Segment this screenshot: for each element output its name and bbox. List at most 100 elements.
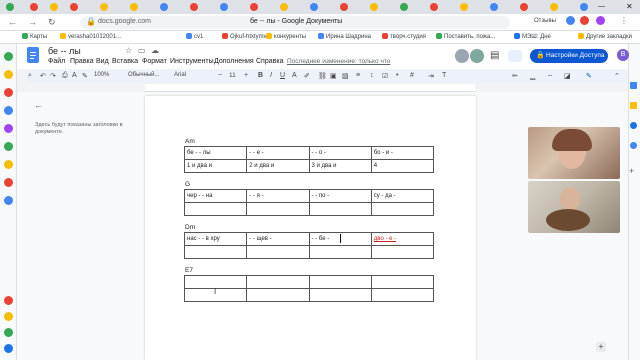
docs-logo-icon[interactable] (27, 47, 39, 63)
menu-format[interactable]: Формат (142, 58, 167, 65)
menu-view[interactable]: Вид (96, 58, 109, 65)
border-width-icon[interactable]: ▁ (530, 72, 535, 80)
border-color-icon[interactable]: ✏ (512, 72, 518, 80)
meet-icon[interactable] (508, 50, 522, 62)
border-dash-icon[interactable]: ┄ (548, 72, 552, 80)
sidebar-app-icon[interactable] (4, 124, 13, 133)
table-cell[interactable]: - - по - (308, 189, 372, 203)
profile-icon[interactable] (596, 16, 605, 25)
bookmark-item[interactable]: Поставить, пожа... (436, 33, 495, 40)
sidebar-app-icon[interactable] (4, 106, 13, 115)
numbered-list-icon[interactable]: # (410, 72, 414, 79)
menu-addons[interactable]: Дополнения (214, 58, 254, 65)
tab-icon[interactable] (50, 3, 58, 11)
sidebar-app-icon[interactable] (4, 344, 13, 353)
search-menus-icon[interactable]: ⌕ (28, 72, 32, 80)
reload-icon[interactable]: ↻ (48, 17, 56, 28)
undo-icon[interactable]: ↶ (40, 72, 46, 80)
tab-icon[interactable] (490, 3, 498, 11)
sidebar-app-icon[interactable] (4, 196, 13, 205)
bookmark-item[interactable]: конкуренты (266, 33, 306, 40)
table-cell[interactable]: 2 и два и (246, 159, 310, 173)
font-size-input[interactable]: 11 (229, 72, 236, 79)
tab-icon[interactable] (340, 3, 348, 11)
table-cell[interactable]: - - е - (246, 146, 310, 160)
bullet-list-icon[interactable]: • (396, 72, 398, 79)
table-cell[interactable]: су - да - (370, 189, 435, 203)
call-icon[interactable] (455, 49, 469, 63)
table-cell[interactable] (308, 245, 372, 259)
table-cell[interactable]: 1 и два и (183, 159, 248, 173)
video-tile-participant-2[interactable] (528, 181, 620, 233)
explore-icon[interactable]: + (596, 342, 606, 352)
sidebar-app-icon[interactable] (4, 88, 13, 97)
menu-help[interactable]: Справка (256, 58, 283, 65)
reviews-label[interactable]: Отзывы (534, 18, 556, 24)
chord-table[interactable]: нас - - в хру - - щев - - - бе - двo - е… (183, 232, 435, 259)
tab-icon[interactable] (70, 3, 78, 11)
tab-icon[interactable] (220, 3, 228, 11)
table-cell[interactable]: - - я - (246, 189, 310, 203)
menu-icon[interactable]: ⋮ (620, 16, 628, 25)
tab-icon[interactable] (160, 3, 168, 11)
table-cell[interactable] (246, 202, 310, 216)
link-icon[interactable]: ⛓ (318, 72, 327, 80)
bookmark-item[interactable]: МЭШ: Дне (514, 33, 551, 40)
tab-icon[interactable] (460, 3, 468, 11)
spellcheck-icon[interactable]: A (72, 72, 77, 79)
redo-icon[interactable]: ↷ (50, 72, 56, 80)
comment-icon[interactable]: ▣ (330, 72, 337, 80)
table-cell[interactable] (183, 202, 248, 216)
table-cell[interactable]: бе - - лы (183, 146, 248, 160)
table-cell[interactable] (246, 275, 310, 289)
star-icon[interactable]: ☆ (125, 46, 132, 55)
table-cell[interactable]: бо - и - (370, 146, 435, 160)
outline-back-icon[interactable]: ← (34, 100, 43, 110)
table-cell[interactable] (370, 275, 435, 289)
keep-icon[interactable] (630, 102, 637, 109)
tab-icon[interactable] (430, 3, 438, 11)
tab-icon[interactable] (400, 3, 408, 11)
bookmark-item[interactable]: verasha01012001... (60, 33, 121, 40)
bookmark-item[interactable]: cv1 (186, 33, 203, 40)
extension-icon[interactable] (566, 16, 575, 25)
table-cell[interactable]: нас - - в хру (183, 232, 248, 246)
print-icon[interactable]: ⎙ (62, 72, 68, 80)
italic-icon[interactable]: I (270, 72, 272, 79)
table-cell[interactable] (246, 245, 310, 259)
tab-icon[interactable] (580, 3, 588, 11)
cloud-status-icon[interactable]: ☁ (151, 46, 159, 55)
table-cell[interactable] (308, 288, 372, 302)
tab-icon[interactable] (310, 3, 318, 11)
avatar[interactable]: B (617, 49, 629, 61)
forward-icon[interactable]: → (28, 17, 37, 27)
table-cell[interactable] (308, 202, 372, 216)
contacts-icon[interactable] (630, 142, 637, 149)
table-cell[interactable]: двo - е - (370, 232, 435, 246)
editing-mode-icon[interactable]: ✎ (586, 72, 592, 80)
window-minimize-icon[interactable]: — (598, 3, 605, 10)
table-cell[interactable] (246, 288, 310, 302)
participant-icon[interactable] (470, 49, 484, 63)
sidebar-app-icon[interactable] (4, 296, 13, 305)
chord-table[interactable]: бе - - лы - - е - - - о - бо - и - 1 и д… (183, 146, 435, 173)
sidebar-app-icon[interactable] (4, 160, 13, 169)
extension-icon[interactable] (580, 16, 589, 25)
bookmark-item[interactable]: Ирина Шадрина (318, 33, 371, 40)
bold-icon[interactable]: B (258, 72, 263, 79)
move-folder-icon[interactable]: ▭ (138, 46, 146, 55)
font-size-increase-icon[interactable]: + (244, 72, 248, 79)
checklist-icon[interactable]: ☑ (382, 72, 388, 80)
comments-icon[interactable]: ▤ (490, 50, 499, 61)
table-cell[interactable]: - - о - (308, 146, 372, 160)
document-title[interactable]: бе -- лы (48, 46, 81, 56)
tab-icon[interactable] (30, 3, 38, 11)
menu-file[interactable]: Файл (48, 58, 65, 65)
table-cell[interactable] (370, 245, 435, 259)
chord-table[interactable] (183, 275, 435, 302)
background-color-icon[interactable]: ◪ (564, 72, 571, 80)
tasks-icon[interactable] (630, 122, 637, 129)
table-cell[interactable]: 4 (370, 159, 435, 173)
sidebar-app-icon[interactable] (4, 312, 13, 321)
clear-format-icon[interactable]: T (442, 72, 446, 79)
